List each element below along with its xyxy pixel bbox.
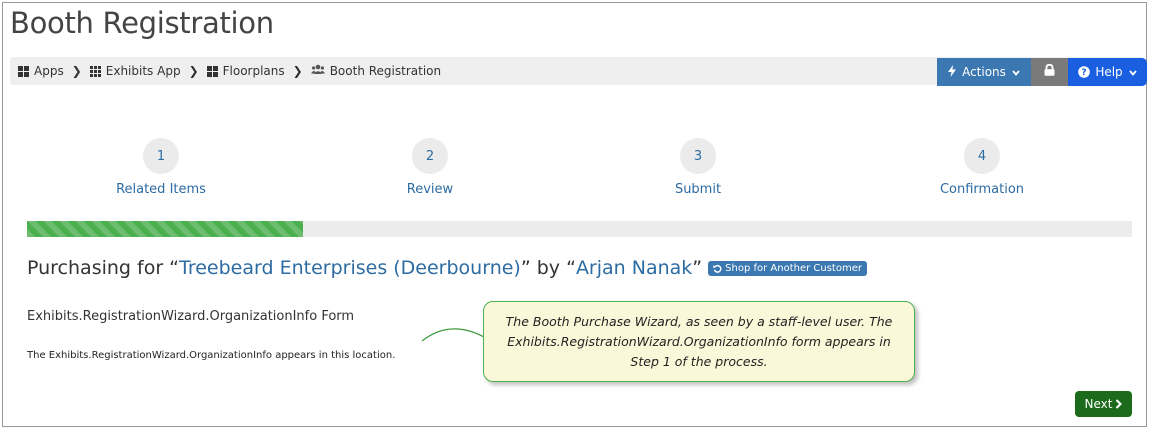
step-related-items[interactable]: 1 Related Items [81,138,241,197]
form-title: Exhibits.RegistrationWizard.Organization… [27,309,355,324]
bolt-icon [948,64,957,80]
grid-icon [18,65,29,77]
users-icon [310,64,325,78]
actions-label: Actions [962,65,1006,79]
purchasing-middle: ” by “ [520,257,576,279]
next-label: Next [1084,397,1113,411]
callout-note: The Booth Purchase Wizard, as seen by a … [483,301,915,382]
customer-link[interactable]: Treebeard Enterprises (Deerbourne) [179,257,521,279]
chevron-down-icon [1012,65,1020,79]
step-number: 4 [964,138,1000,174]
breadcrumb-label: Floorplans [222,64,285,78]
step-label: Confirmation [939,182,1025,197]
breadcrumb-label: Booth Registration [329,64,442,78]
purchasing-suffix: ” [692,257,703,279]
purchasing-heading: Purchasing for “ Treebeard Enterprises (… [27,257,867,279]
breadcrumb-exhibits-app[interactable]: Exhibits App [89,64,181,78]
step-label: Related Items [116,182,206,197]
step-number: 2 [412,138,448,174]
next-button[interactable]: Next [1075,391,1132,417]
step-label: Review [406,182,454,197]
progress-bar [27,221,1132,237]
callout-connector [421,328,485,342]
form-description: The Exhibits.RegistrationWizard.Organiza… [27,350,396,361]
question-circle-icon: ? [1078,66,1091,78]
breadcrumb-floorplans[interactable]: Floorplans [206,64,285,78]
step-submit[interactable]: 3 Submit [618,138,778,197]
actions-button[interactable]: Actions [937,58,1031,86]
chevron-right-icon [1115,399,1123,409]
breadcrumb-apps[interactable]: Apps [18,64,64,78]
lock-icon [1044,63,1055,81]
breadcrumb-booth-registration: Booth Registration [310,64,442,78]
breadcrumb-label: Exhibits App [105,64,181,78]
chevron-right-icon: ❯ [71,64,82,78]
purchasing-prefix: Purchasing for “ [27,257,180,279]
step-review[interactable]: 2 Review [350,138,510,197]
lock-button[interactable] [1031,58,1068,86]
callout-text: The Booth Purchase Wizard, as seen by a … [505,313,893,369]
step-confirmation[interactable]: 4 Confirmation [902,138,1062,197]
help-button[interactable]: ? Help [1068,58,1147,86]
undo-icon [713,264,722,273]
help-label: Help [1095,65,1123,79]
breadcrumb-label: Apps [34,64,64,78]
svg-text:?: ? [1082,68,1087,78]
grid-icon [206,65,218,77]
step-label: Submit [674,182,722,197]
page-title: Booth Registration [10,6,274,40]
user-link[interactable]: Arjan Nanak [576,257,692,279]
chevron-right-icon: ❯ [292,64,303,78]
shop-another-customer-button[interactable]: Shop for Another Customer [708,260,867,276]
breadcrumb: Apps ❯ Exhibits App ❯ Floorplans ❯ Booth… [18,57,441,85]
shop-button-label: Shop for Another Customer [725,262,862,274]
step-number: 3 [680,138,716,174]
chevron-right-icon: ❯ [188,64,199,78]
step-number: 1 [143,138,179,174]
chevron-down-icon [1128,65,1137,79]
grid-small-icon [89,65,101,77]
progress-fill [27,221,304,237]
